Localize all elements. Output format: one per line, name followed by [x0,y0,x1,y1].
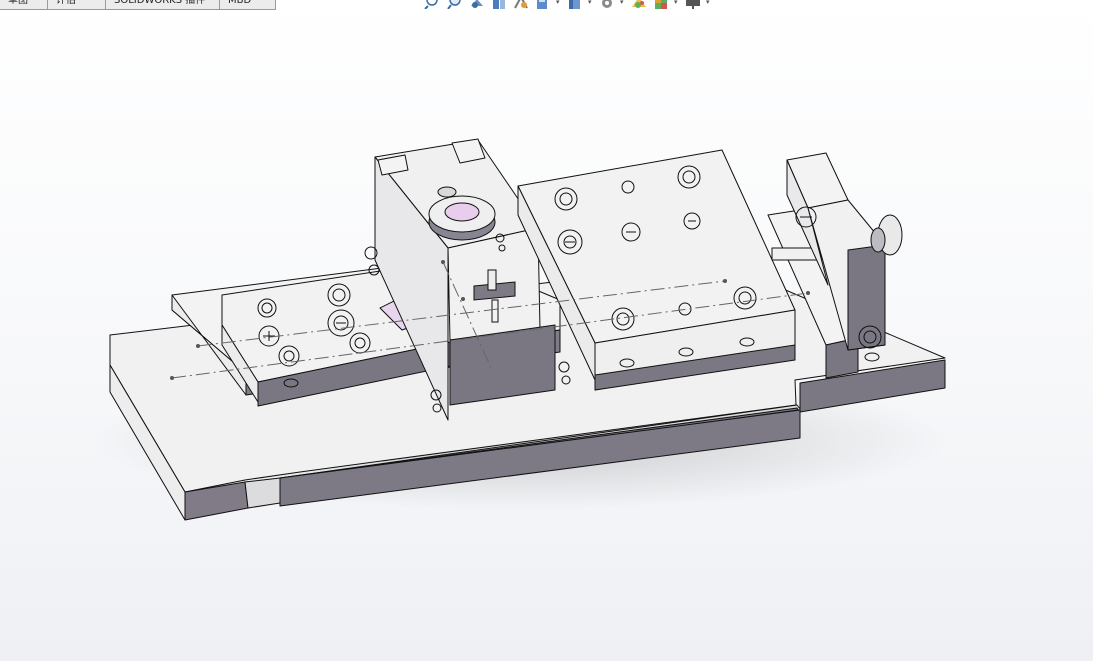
chevron-down-icon[interactable]: ▾ [706,0,712,9]
cad-model-viewport [90,138,950,521]
chevron-down-icon[interactable]: ▾ [588,0,594,9]
chevron-down-icon[interactable]: ▾ [620,0,626,9]
display-style-icon[interactable] [566,0,584,9]
zoom-area-icon[interactable] [446,0,464,9]
previous-view-icon[interactable] [468,0,486,9]
zoom-to-fit-icon[interactable] [424,0,442,9]
hide-show-items-icon[interactable] [598,0,616,9]
chevron-down-icon[interactable]: ▾ [556,0,562,9]
apply-scene-icon[interactable] [652,0,670,9]
section-view-icon[interactable] [490,0,508,9]
tab-sketch[interactable]: 草图 [0,0,48,9]
command-manager-tabs: 草图 评估 SOLIDWORKS 插件 MBD [0,0,276,10]
chevron-down-icon[interactable]: ▾ [674,0,680,9]
tab-mbd[interactable]: MBD [220,0,276,9]
edit-appearance-icon[interactable] [630,0,648,9]
view-orientation-icon[interactable] [534,0,552,9]
tab-evaluate[interactable]: 评估 [48,0,106,9]
dynamic-annotation-icon[interactable] [512,0,530,9]
view-settings-icon[interactable] [684,0,702,9]
graphics-area[interactable] [0,10,1093,661]
heads-up-view-toolbar: ▾ ▾ ▾ ▾ ▾ [424,0,712,10]
tab-solidworks-addins[interactable]: SOLIDWORKS 插件 [106,0,220,9]
